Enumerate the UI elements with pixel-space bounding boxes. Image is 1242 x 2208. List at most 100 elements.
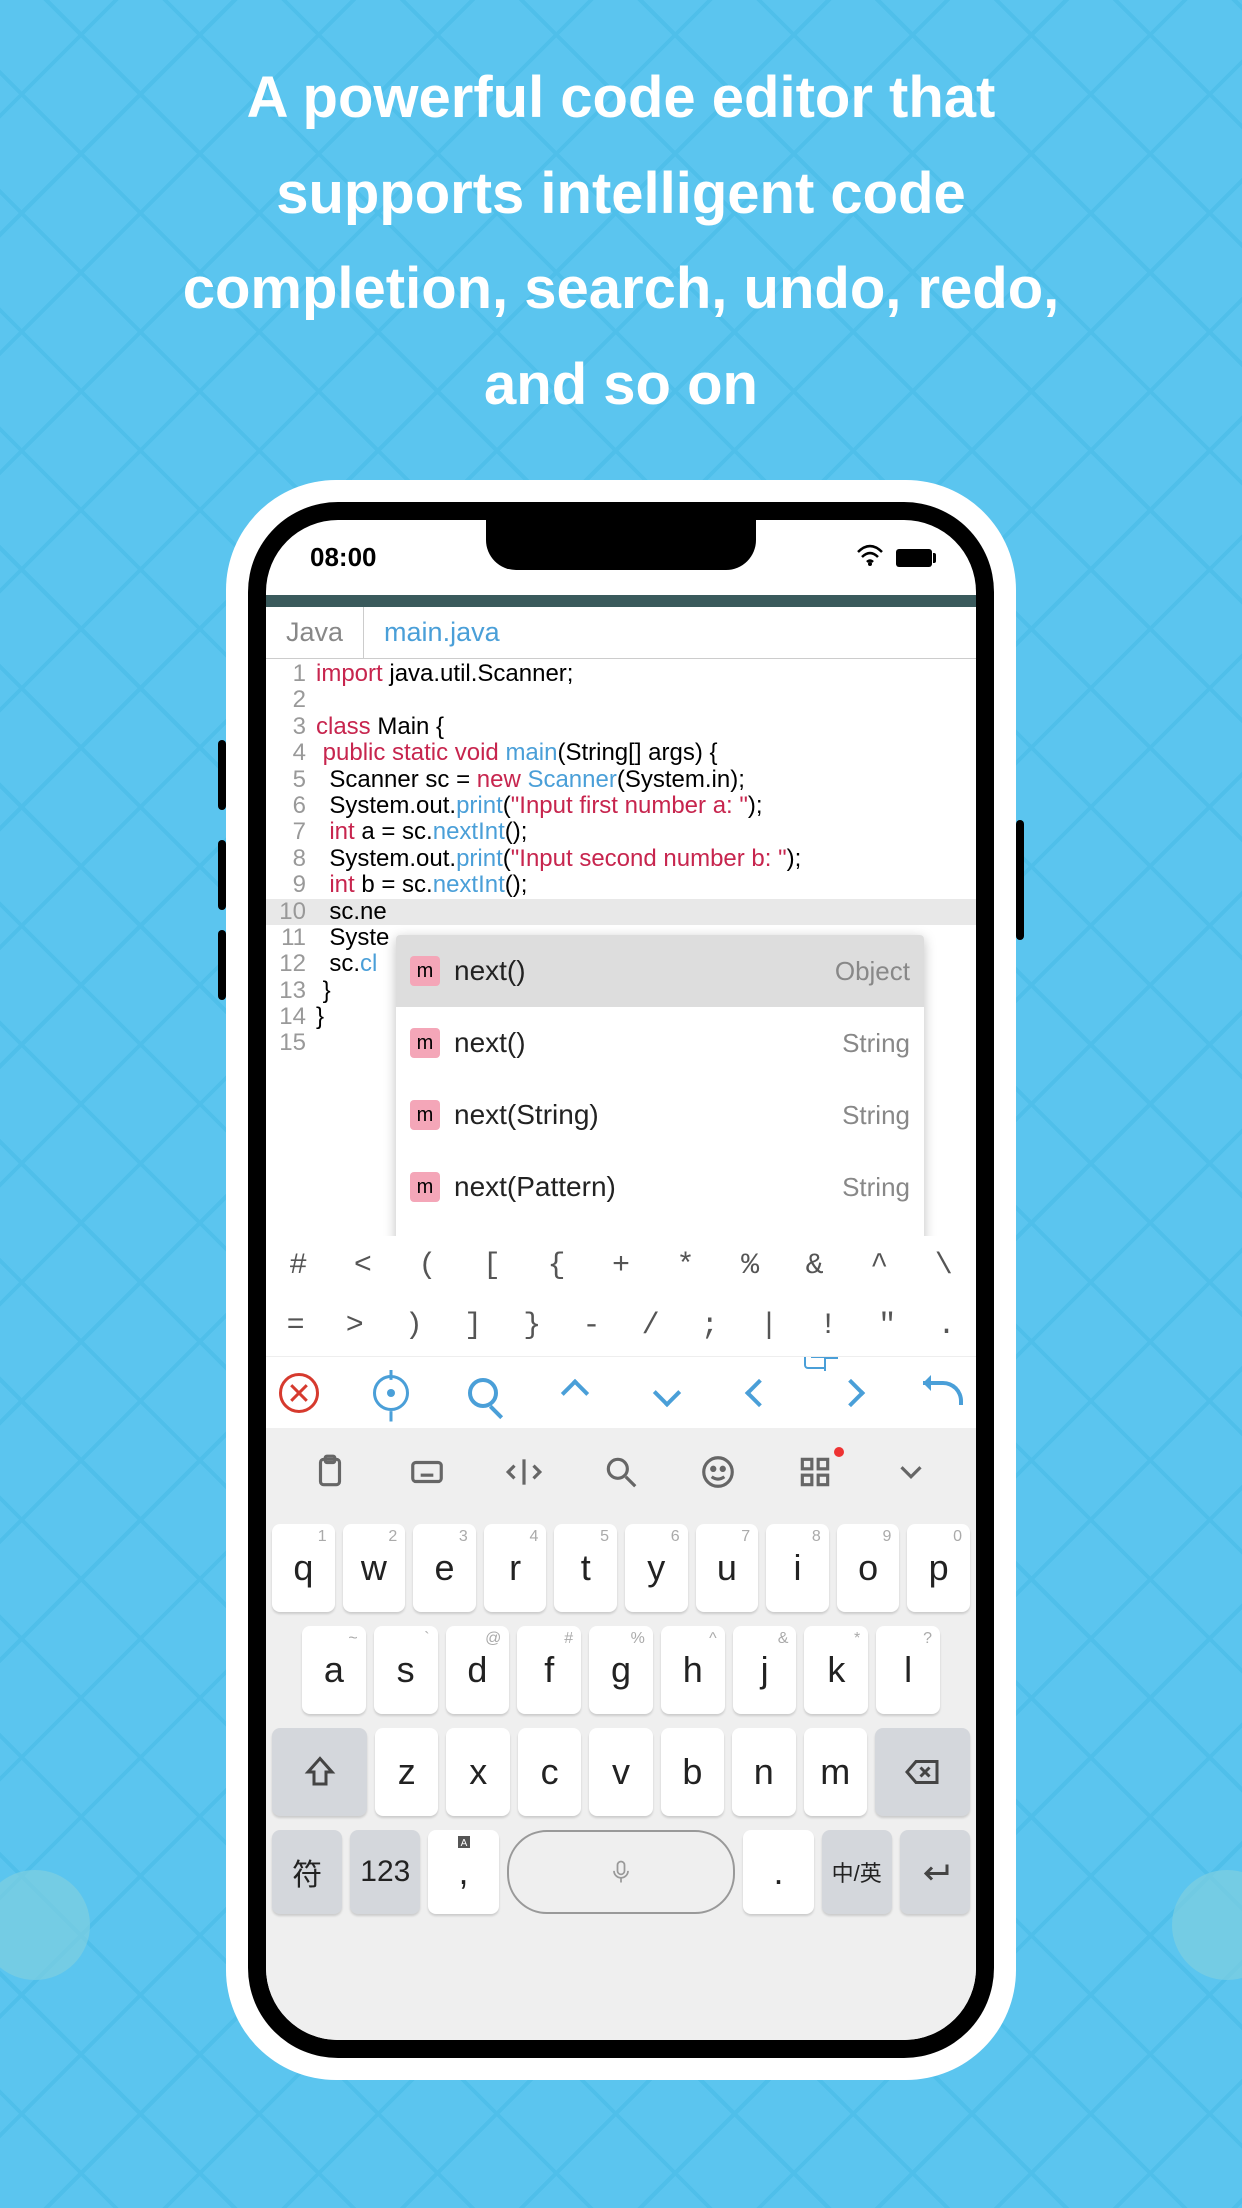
symbol-key[interactable]: !	[799, 1296, 858, 1356]
key-z[interactable]: z	[375, 1728, 438, 1816]
number-mode-key[interactable]: 123	[350, 1830, 420, 1914]
key-v[interactable]: v	[589, 1728, 652, 1816]
period-key[interactable]: .	[743, 1830, 813, 1914]
kbd-search-button[interactable]	[600, 1451, 642, 1493]
key-s[interactable]: `s	[374, 1626, 438, 1714]
language-key[interactable]: 中/英	[822, 1830, 892, 1914]
code-line[interactable]: 2	[266, 687, 976, 713]
enter-key[interactable]	[900, 1830, 970, 1914]
nav-up-button[interactable]	[552, 1368, 598, 1418]
key-t[interactable]: 5t	[554, 1524, 617, 1612]
emoji-button[interactable]	[697, 1451, 739, 1493]
symbol-key[interactable]: ^	[847, 1236, 912, 1296]
key-d[interactable]: @d	[446, 1626, 510, 1714]
symbol-key[interactable]: <	[331, 1236, 396, 1296]
locate-button[interactable]	[368, 1368, 414, 1418]
key-y[interactable]: 6y	[625, 1524, 688, 1612]
symbol-key[interactable]: +	[589, 1236, 654, 1296]
line-number: 14	[266, 1004, 316, 1030]
symbol-mode-key[interactable]: 符	[272, 1830, 342, 1914]
symbol-key[interactable]: &	[782, 1236, 847, 1296]
space-key[interactable]	[507, 1830, 736, 1914]
key-b[interactable]: b	[661, 1728, 724, 1816]
autocomplete-item[interactable]: mnext()Object	[396, 935, 924, 1007]
symbol-key[interactable]: )	[384, 1296, 443, 1356]
symbol-toolbar: #<([{+*%&^\ =>)]}-/;|!".	[266, 1236, 976, 1356]
autocomplete-item[interactable]: mnext(String)String	[396, 1079, 924, 1151]
key-j[interactable]: &j	[733, 1626, 797, 1714]
key-o[interactable]: 9o	[837, 1524, 900, 1612]
comma-key[interactable]: A,	[428, 1830, 498, 1914]
search-button[interactable]	[460, 1368, 506, 1418]
code-line[interactable]: 3class Main {	[266, 714, 976, 740]
key-q[interactable]: 1q	[272, 1524, 335, 1612]
key-r[interactable]: 4r	[484, 1524, 547, 1612]
symbol-key[interactable]: %	[718, 1236, 783, 1296]
symbol-key[interactable]: *	[653, 1236, 718, 1296]
keyboard-toggle-button[interactable]	[406, 1451, 448, 1493]
nav-down-button[interactable]	[644, 1368, 690, 1418]
symbol-key[interactable]: \	[911, 1236, 976, 1296]
code-line[interactable]: 7 int a = sc.nextInt();	[266, 819, 976, 845]
code-line[interactable]: 6 System.out.print("Input first number a…	[266, 793, 976, 819]
key-l[interactable]: ?l	[876, 1626, 940, 1714]
backspace-key[interactable]	[875, 1728, 970, 1816]
notch	[486, 520, 756, 570]
code-line[interactable]: 1import java.util.Scanner;	[266, 661, 976, 687]
key-x[interactable]: x	[446, 1728, 509, 1816]
line-number: 3	[266, 714, 316, 740]
symbol-key[interactable]: ;	[680, 1296, 739, 1356]
code-line[interactable]: 10 sc.ne	[266, 899, 976, 925]
symbol-key[interactable]: (	[395, 1236, 460, 1296]
symbol-key[interactable]: |	[739, 1296, 798, 1356]
key-p[interactable]: 0p	[907, 1524, 970, 1612]
symbol-key[interactable]: }	[503, 1296, 562, 1356]
collapse-keyboard-button[interactable]	[890, 1451, 932, 1493]
tab-mainjava[interactable]: main.java	[364, 607, 520, 658]
apps-button[interactable]	[794, 1451, 836, 1493]
code-editor[interactable]: 1import java.util.Scanner;23class Main {…	[266, 659, 976, 1059]
clipboard-button[interactable]	[309, 1451, 351, 1493]
completion-type: String	[842, 1101, 910, 1130]
undo-button[interactable]	[920, 1368, 966, 1418]
symbol-key[interactable]: =	[266, 1296, 325, 1356]
key-w[interactable]: 2w	[343, 1524, 406, 1612]
key-i[interactable]: 8i	[766, 1524, 829, 1612]
symbol-key[interactable]: /	[621, 1296, 680, 1356]
code-line[interactable]: 5 Scanner sc = new Scanner(System.in);	[266, 767, 976, 793]
key-a[interactable]: ~a	[302, 1626, 366, 1714]
line-number: 13	[266, 978, 316, 1004]
symbol-key[interactable]: >	[325, 1296, 384, 1356]
code-line[interactable]: 8 System.out.print("Input second number …	[266, 846, 976, 872]
code-line[interactable]: 9 int b = sc.nextInt();	[266, 872, 976, 898]
completion-name: next()	[454, 1028, 842, 1059]
nav-left-button[interactable]	[736, 1368, 782, 1418]
cursor-button[interactable]	[503, 1451, 545, 1493]
tab-java[interactable]: Java	[266, 607, 364, 658]
key-g[interactable]: %g	[589, 1626, 653, 1714]
chevron-left-icon	[745, 1378, 773, 1406]
key-h[interactable]: ^h	[661, 1626, 725, 1714]
symbol-key[interactable]: .	[917, 1296, 976, 1356]
close-button[interactable]	[276, 1368, 322, 1418]
symbol-key[interactable]: {	[524, 1236, 589, 1296]
symbol-key[interactable]: #	[266, 1236, 331, 1296]
symbol-key[interactable]: [	[460, 1236, 525, 1296]
symbol-key[interactable]: "	[858, 1296, 917, 1356]
code-line[interactable]: 4 public static void main(String[] args)…	[266, 740, 976, 766]
key-f[interactable]: #f	[517, 1626, 581, 1714]
key-n[interactable]: n	[732, 1728, 795, 1816]
shift-key[interactable]	[272, 1728, 367, 1816]
key-e[interactable]: 3e	[413, 1524, 476, 1612]
method-badge-icon: m	[410, 1100, 440, 1130]
symbol-key[interactable]: ]	[444, 1296, 503, 1356]
key-m[interactable]: m	[804, 1728, 867, 1816]
autocomplete-item[interactable]: mnext()String	[396, 1007, 924, 1079]
symbol-key[interactable]: -	[562, 1296, 621, 1356]
key-c[interactable]: c	[518, 1728, 581, 1816]
target-icon	[373, 1375, 409, 1411]
key-k[interactable]: *k	[804, 1626, 868, 1714]
key-u[interactable]: 7u	[696, 1524, 759, 1612]
autocomplete-item[interactable]: mnext(Pattern)String	[396, 1151, 924, 1223]
nav-right-button[interactable]	[828, 1368, 874, 1418]
